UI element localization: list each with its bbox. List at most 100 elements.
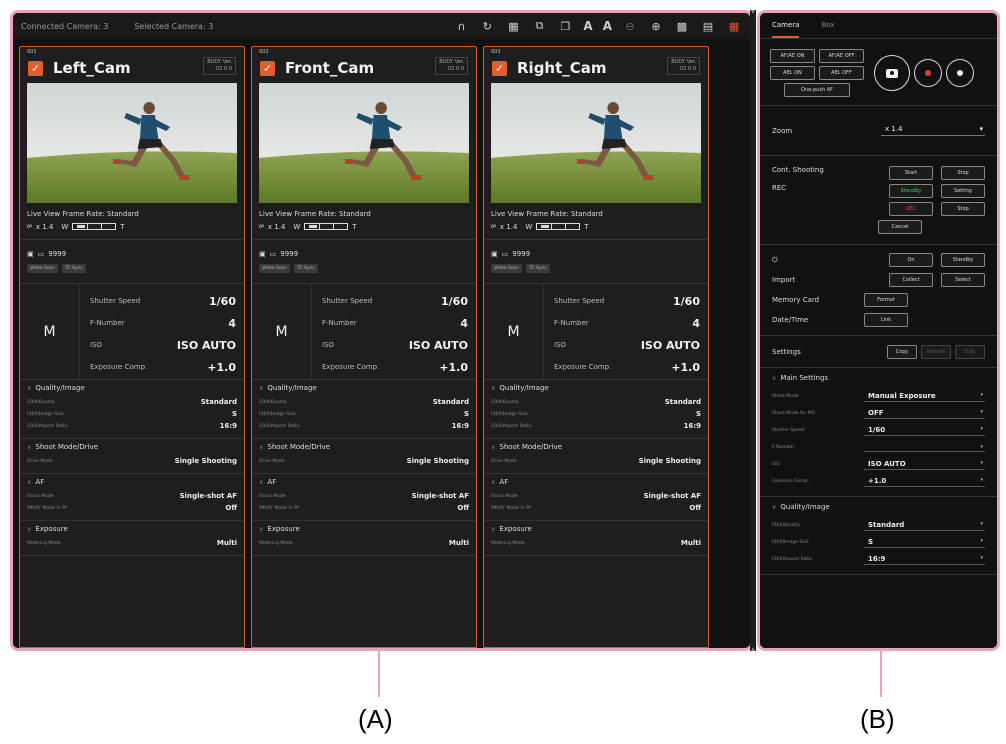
ael-on-button[interactable]: AEL ON: [770, 66, 815, 80]
status-badge: Video Sync: [491, 264, 522, 273]
chevron-down-icon[interactable]: ∨: [772, 375, 776, 382]
remaining-shots: 9999: [48, 250, 67, 258]
setting-row: MR/AF Mode in PF Off: [491, 502, 701, 514]
copy-icon[interactable]: ⧉: [531, 18, 547, 34]
exposure-value: ISO AUTO: [408, 338, 468, 352]
status-badge: TC Sync: [61, 264, 86, 273]
camera-name: Right_Cam: [517, 59, 607, 77]
chevron-down-icon[interactable]: ∨: [491, 385, 495, 392]
shutter-button[interactable]: [874, 55, 910, 91]
zoom-icon: ꭴ: [27, 222, 32, 230]
zoom-label: Zoom: [772, 126, 793, 135]
setting-select[interactable]: Standard ▾: [864, 521, 985, 531]
camera-panel[interactable]: 002 ✓ Front_Cam BODY Ver. 02.0.0 Live Vie…: [251, 46, 477, 648]
live-view-image[interactable]: [491, 83, 701, 203]
chevron-down-icon[interactable]: ∨: [259, 526, 263, 533]
chevron-down-icon[interactable]: ∨: [27, 444, 31, 451]
rec-cancel-button[interactable]: Cancel: [878, 220, 922, 234]
setting-select[interactable]: ▾: [864, 444, 985, 452]
font-size-small-icon[interactable]: A: [603, 18, 612, 34]
live-view-image[interactable]: [27, 83, 237, 203]
settings-section: ∨ AF Focus Mode Single-shot AF MR/AF Mode…: [484, 474, 708, 521]
camera-select-checkbox[interactable]: ✓: [28, 60, 43, 76]
power-on-button[interactable]: On: [889, 253, 933, 267]
headphones-icon[interactable]: ∩: [453, 18, 469, 34]
exposure-value: ISO AUTO: [176, 338, 236, 352]
settings-section: ∨ Shoot Mode/Drive Drive Mode Single Shoo…: [20, 439, 244, 474]
duplicate-icon[interactable]: ❐: [557, 18, 573, 34]
stop-button[interactable]: [946, 59, 974, 87]
collect-button[interactable]: Collect: [889, 273, 933, 287]
status-badge: TC Sync: [293, 264, 318, 273]
link-button[interactable]: Link: [864, 313, 908, 327]
zoom-select[interactable]: x 1.4 ▾: [881, 125, 985, 136]
remaining-shots: 9999: [512, 250, 531, 258]
live-view-image[interactable]: [259, 83, 469, 203]
chevron-down-icon[interactable]: ∨: [27, 479, 31, 486]
setting-select[interactable]: ISO AUTO ▾: [864, 460, 985, 470]
setting-key: [Still]Quality: [772, 523, 800, 528]
camera-header: 003 ✓ Right_Cam BODY Ver. 02.0.0: [484, 47, 708, 83]
refresh-settings-button[interactable]: Refresh: [921, 344, 951, 359]
cont-start-button[interactable]: Start: [889, 166, 933, 180]
menu-icon[interactable]: ▦: [726, 18, 742, 34]
exposure-row: Exposure Comp. +1.0: [90, 356, 236, 378]
chevron-down-icon[interactable]: ∨: [259, 385, 263, 392]
settings-row: Settings Copy Refresh Edit: [760, 336, 997, 368]
setting-key: [Still]Image Size: [491, 411, 528, 417]
rec-stop-button[interactable]: Stop: [941, 202, 985, 216]
setting-select[interactable]: OFF ▾: [864, 409, 985, 419]
zoom-tele-label: T: [584, 222, 589, 231]
chevron-down-icon[interactable]: ∨: [259, 444, 263, 451]
rec-start-button[interactable]: REC: [889, 202, 933, 216]
chevron-down-icon[interactable]: ∨: [27, 385, 31, 392]
camera-select-checkbox[interactable]: ✓: [260, 60, 275, 76]
tab-camera[interactable]: Camera: [772, 21, 800, 38]
setting-select[interactable]: +1.0 ▾: [864, 477, 985, 487]
setting-row: Shoot Mode Manual Exposure ▾: [772, 388, 985, 405]
setting-row: Metering Mode Multi: [259, 537, 469, 549]
camera-panel[interactable]: 001 ✓ Left_Cam BODY Ver. 02.0.0 Live View…: [19, 46, 245, 648]
ael-off-button[interactable]: AEL OFF: [819, 66, 864, 80]
rec-setting-button[interactable]: Setting: [941, 184, 985, 198]
edit-settings-button[interactable]: Edit: [955, 344, 985, 359]
zoom-in-icon[interactable]: ⊕: [648, 18, 664, 34]
chevron-down-icon[interactable]: ∨: [491, 444, 495, 451]
chevron-down-icon: ▾: [980, 425, 983, 432]
font-size-large-icon[interactable]: A: [583, 18, 592, 34]
af-ae-off-button[interactable]: AF/AE OFF: [819, 49, 864, 63]
list-view-icon[interactable]: ▤: [700, 18, 716, 34]
tab-box[interactable]: Box: [821, 21, 834, 38]
setting-value: Single Shooting: [638, 457, 701, 465]
rotate-icon[interactable]: ↻: [479, 18, 495, 34]
chevron-down-icon[interactable]: ∨: [491, 479, 495, 486]
rec-standby-button[interactable]: Standby: [889, 184, 933, 198]
chevron-down-icon: ▾: [980, 554, 983, 561]
panel-resize-handle[interactable]: [750, 10, 756, 651]
camera-panel[interactable]: 003 ✓ Right_Cam BODY Ver. 02.0.0 Live Vie…: [483, 46, 709, 648]
copy-settings-button[interactable]: Copy: [887, 344, 917, 359]
setting-select[interactable]: 16:9 ▾: [864, 555, 985, 565]
cont-stop-button[interactable]: Stop: [941, 166, 985, 180]
zoom-bar: [536, 223, 581, 230]
settings-section: ∨ AF Focus Mode Single-shot AF MR/AF Mode…: [252, 474, 476, 521]
grid-icon[interactable]: ▦: [505, 18, 521, 34]
record-button[interactable]: [914, 59, 942, 87]
zoom-out-icon[interactable]: ⊖: [622, 18, 638, 34]
one-push-af-button[interactable]: One-push AF: [784, 83, 850, 97]
af-ae-on-button[interactable]: AF/AE ON: [770, 49, 815, 63]
setting-select[interactable]: 1/60 ▾: [864, 426, 985, 436]
setting-select[interactable]: Manual Exposure ▾: [864, 392, 985, 402]
setting-select[interactable]: S ▾: [864, 538, 985, 548]
chevron-down-icon[interactable]: ∨: [259, 479, 263, 486]
chevron-down-icon[interactable]: ∨: [772, 504, 776, 511]
chevron-down-icon[interactable]: ∨: [27, 526, 31, 533]
select-button[interactable]: Select: [941, 273, 985, 287]
camera-select-checkbox[interactable]: ✓: [492, 60, 507, 76]
format-button[interactable]: Format: [864, 293, 908, 307]
power-standby-button[interactable]: Standby: [941, 253, 985, 267]
setting-row: Focus Mode Single-shot AF: [27, 490, 237, 502]
chevron-down-icon[interactable]: ∨: [491, 526, 495, 533]
setting-row: [Still]Aspect Ratio 16:9: [491, 420, 701, 432]
grid-view-icon[interactable]: ▩: [674, 18, 690, 34]
